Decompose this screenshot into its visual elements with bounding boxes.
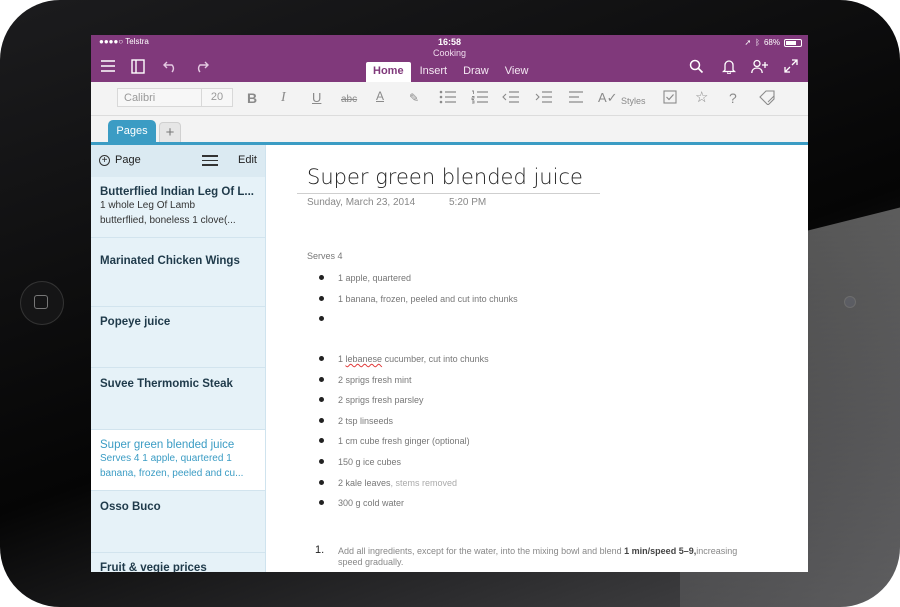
- notebook-panel-icon[interactable]: [131, 59, 145, 78]
- section-tabs: Pages +: [91, 116, 808, 143]
- underline-icon[interactable]: U: [312, 90, 321, 106]
- undo-icon[interactable]: [163, 59, 178, 77]
- bullet-icon: [319, 480, 324, 485]
- page-title[interactable]: Super green blended juice: [307, 165, 583, 189]
- tab-draw[interactable]: Draw: [456, 63, 496, 82]
- bullet-icon: [319, 296, 324, 301]
- serves-text[interactable]: Serves 4: [307, 251, 343, 261]
- bullet-icon: [319, 356, 324, 361]
- star-icon[interactable]: ☆: [695, 90, 708, 106]
- bullet-icon: [319, 377, 324, 382]
- todo-checkbox-icon[interactable]: [663, 90, 677, 107]
- notebook-title: Cooking: [432, 48, 467, 58]
- battery-status: ➚ ᛒ 68%: [744, 38, 802, 47]
- page-item-preview: banana, frozen, peeled and cu...: [100, 468, 244, 479]
- battery-icon: [784, 38, 802, 47]
- spelling-error[interactable]: lebanese: [346, 354, 383, 364]
- fullscreen-icon[interactable]: [784, 59, 798, 77]
- bold-icon[interactable]: B: [247, 90, 257, 106]
- page-item-title: Suvee Thermomic Steak: [100, 378, 233, 390]
- highlighter-icon[interactable]: ✎: [409, 90, 419, 106]
- bullet-icon: [319, 316, 324, 321]
- page-list-sidebar: + Page Edit Butterflied Indian Leg Of L.…: [91, 145, 266, 572]
- page-list-header: + Page Edit: [91, 145, 265, 177]
- page-time: 5:20 PM: [449, 197, 487, 208]
- page-item-preview: butterflied, boneless 1 clove(...: [100, 215, 236, 226]
- tag-icon[interactable]: [759, 90, 776, 108]
- page-item-preview: Serves 4 1 apple, quartered 1: [100, 453, 232, 464]
- font-color-icon[interactable]: A: [376, 88, 384, 104]
- page-item-title: Osso Buco: [100, 501, 161, 513]
- tab-view[interactable]: View: [498, 63, 536, 82]
- plus-circle-icon: +: [99, 154, 110, 166]
- home-button[interactable]: [20, 281, 64, 325]
- bullet-icon: [319, 275, 324, 280]
- edit-button[interactable]: Edit: [238, 154, 257, 166]
- strikethrough-icon[interactable]: abc: [341, 92, 357, 108]
- page-item-title: Super green blended juice: [100, 439, 235, 451]
- bell-icon[interactable]: [721, 59, 737, 78]
- bullet-icon: [319, 397, 324, 402]
- home-square-icon: [34, 295, 48, 309]
- bluetooth-icon: ᛒ: [755, 38, 760, 47]
- location-icon: ➚: [744, 38, 752, 47]
- bullet-icon: [319, 418, 324, 423]
- bullet-list-icon[interactable]: [439, 90, 457, 107]
- page-item-chicken-wings[interactable]: Marinated Chicken Wings: [91, 246, 265, 307]
- battery-percent: 68%: [763, 38, 780, 47]
- redo-icon[interactable]: [194, 59, 209, 77]
- align-icon[interactable]: [568, 90, 584, 107]
- styles-label[interactable]: Styles: [621, 93, 646, 109]
- italic-icon[interactable]: I: [281, 90, 286, 106]
- bullet-icon: [319, 459, 324, 464]
- page-item-fruit-vegie-prices[interactable]: Fruit & vegie prices: [91, 553, 265, 572]
- list-view-icon[interactable]: [202, 155, 218, 169]
- question-icon[interactable]: ?: [729, 90, 737, 106]
- page-item-preview: 1 whole Leg Of Lamb: [100, 200, 196, 211]
- decrease-indent-icon[interactable]: [502, 90, 520, 107]
- tab-insert[interactable]: Insert: [413, 63, 455, 82]
- add-page-button[interactable]: + Page: [99, 154, 141, 166]
- page-item-super-green-juice[interactable]: Super green blended juice Serves 4 1 app…: [91, 430, 265, 491]
- bullet-icon: [319, 500, 324, 505]
- page-date: Sunday, March 23, 2014: [307, 197, 416, 208]
- page-item-popeye-juice[interactable]: Popeye juice: [91, 307, 265, 368]
- font-name: Calibri: [124, 92, 156, 104]
- ribbon-tabs: Home Insert Draw View: [366, 62, 537, 82]
- app-header: ●●●●○ Telstra 16:58 Cooking ➚ ᛒ 68% Home…: [91, 35, 808, 82]
- formatting-toolbar: Calibri 20 B I U abc A ✎ A✓ Styles ☆ ?: [91, 82, 808, 116]
- page-item-title: Fruit & vegie prices: [100, 562, 207, 572]
- page-item-title: Butterflied Indian Leg Of L...: [100, 186, 254, 198]
- search-icon[interactable]: [689, 59, 704, 78]
- styles-icon[interactable]: A✓: [598, 90, 618, 106]
- add-page-label: Page: [115, 154, 141, 166]
- add-section-button[interactable]: +: [159, 122, 181, 143]
- page-item-butterflied-lamb[interactable]: Butterflied Indian Leg Of L... 1 whole L…: [91, 177, 265, 238]
- font-picker[interactable]: Calibri 20: [117, 88, 233, 107]
- camera-icon: [845, 297, 855, 307]
- screen: ●●●●○ Telstra 16:58 Cooking ➚ ᛒ 68% Home…: [91, 35, 808, 572]
- font-size[interactable]: 20: [201, 89, 232, 106]
- menu-icon[interactable]: [101, 59, 115, 77]
- page-item-title: Marinated Chicken Wings: [100, 255, 240, 267]
- page-item-suvee-steak[interactable]: Suvee Thermomic Steak: [91, 369, 265, 430]
- page-item-osso-buco[interactable]: Osso Buco: [91, 492, 265, 553]
- title-underline: [297, 193, 600, 194]
- add-person-icon[interactable]: [751, 59, 769, 78]
- step-number: 1.: [315, 544, 325, 556]
- numbered-list-icon[interactable]: [471, 90, 489, 107]
- page-canvas[interactable]: Super green blended juice Sunday, March …: [266, 145, 808, 572]
- page-item-title: Popeye juice: [100, 316, 171, 328]
- status-time: 16:58: [437, 37, 462, 47]
- bullet-icon: [319, 438, 324, 443]
- increase-indent-icon[interactable]: [535, 90, 553, 107]
- tab-pages[interactable]: Pages: [108, 120, 156, 143]
- step-text: Add all ingredients, except for the wate…: [338, 546, 738, 567]
- tab-home[interactable]: Home: [366, 62, 411, 82]
